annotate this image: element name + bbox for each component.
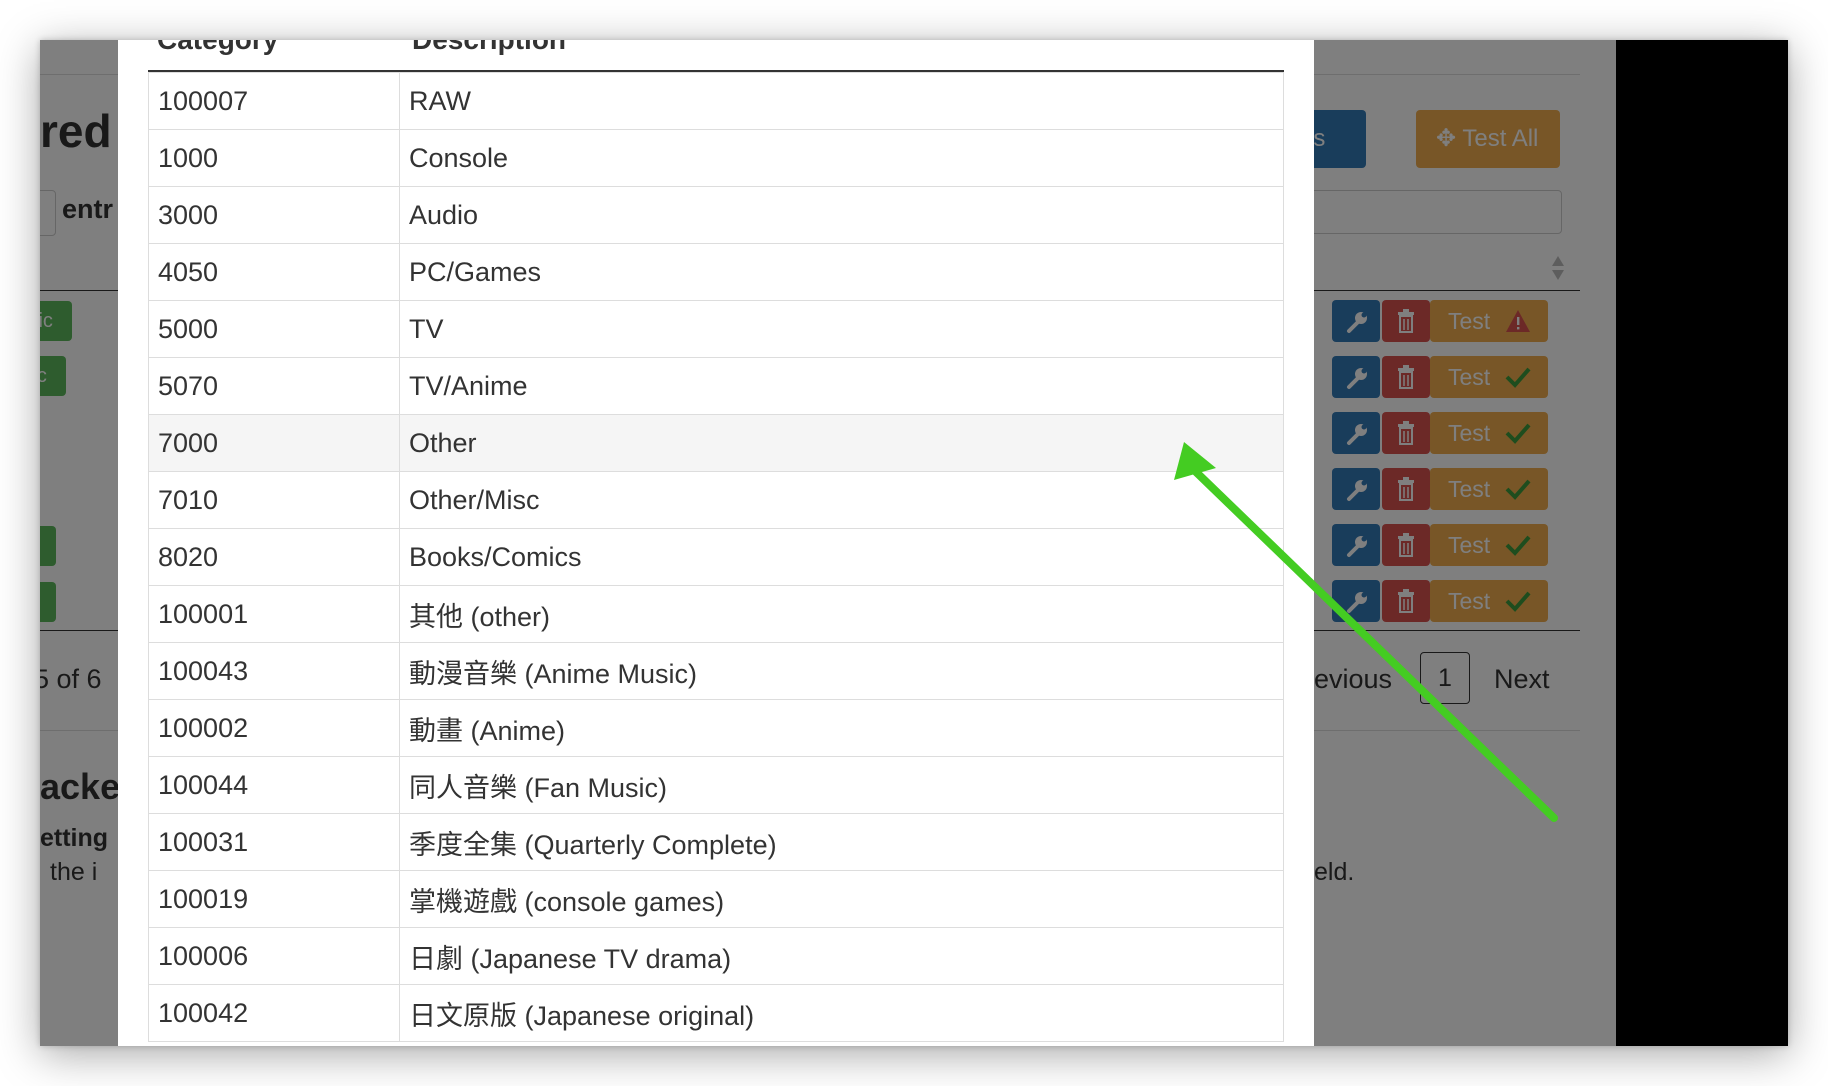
category-cell: 1000 — [148, 129, 400, 187]
category-cell: 8020 — [148, 528, 400, 586]
category-cell: 100002 — [148, 699, 400, 757]
table-row[interactable]: 8020 Books/Comics — [148, 528, 1284, 586]
table-row[interactable]: 100001 其他 (other) — [148, 585, 1284, 643]
category-cell: 4050 — [148, 243, 400, 301]
table-row[interactable]: 7010 Other/Misc — [148, 471, 1284, 529]
category-cell: 3000 — [148, 186, 400, 244]
category-cell: 7010 — [148, 471, 400, 529]
description-cell: Audio — [399, 186, 1284, 244]
table-row[interactable]: 100031 季度全集 (Quarterly Complete) — [148, 813, 1284, 871]
table-row[interactable]: 7000 Other — [148, 414, 1284, 472]
table-row[interactable]: 100006 日劇 (Japanese TV drama) — [148, 927, 1284, 985]
table-row[interactable]: 4050 PC/Games — [148, 243, 1284, 301]
description-cell: 日文原版 (Japanese original) — [399, 984, 1284, 1042]
category-cell: 100043 — [148, 642, 400, 700]
description-column-header: Description — [412, 40, 566, 56]
category-column-header: Category — [157, 40, 278, 56]
screenshot-window: red entr lic lic c c 5 of 6 acke etting … — [40, 40, 1788, 1046]
table-row[interactable]: 100019 掌機遊戲 (console games) — [148, 870, 1284, 928]
category-cell: 100001 — [148, 585, 400, 643]
description-cell: 同人音樂 (Fan Music) — [399, 756, 1284, 814]
table-row[interactable]: 5070 TV/Anime — [148, 357, 1284, 415]
category-cell: 100042 — [148, 984, 400, 1042]
table-row[interactable]: 5000 TV — [148, 300, 1284, 358]
description-cell: Other/Misc — [399, 471, 1284, 529]
table-row[interactable]: 3000 Audio — [148, 186, 1284, 244]
description-cell: TV — [399, 300, 1284, 358]
category-cell: 5000 — [148, 300, 400, 358]
description-cell: 日劇 (Japanese TV drama) — [399, 927, 1284, 985]
description-cell: 其他 (other) — [399, 585, 1284, 643]
dark-side-panel — [1616, 40, 1788, 1046]
table-row[interactable]: 100043 動漫音樂 (Anime Music) — [148, 642, 1284, 700]
categories-modal: Category Description 100007RAW1000Consol… — [118, 40, 1314, 1046]
description-cell: 季度全集 (Quarterly Complete) — [399, 813, 1284, 871]
table-row[interactable]: 100002 動畫 (Anime) — [148, 699, 1284, 757]
category-cell: 100019 — [148, 870, 400, 928]
description-cell: PC/Games — [399, 243, 1284, 301]
description-cell: RAW — [399, 72, 1284, 130]
category-cell: 100006 — [148, 927, 400, 985]
description-cell: Console — [399, 129, 1284, 187]
categories-table: 100007 RAW 1000 Console 3000 Audio 4050 PC/Game… — [148, 72, 1284, 1042]
table-row[interactable]: 100007 RAW — [148, 72, 1284, 130]
category-cell: 5070 — [148, 357, 400, 415]
table-row[interactable]: 100044 同人音樂 (Fan Music) — [148, 756, 1284, 814]
description-cell: 動漫音樂 (Anime Music) — [399, 642, 1284, 700]
description-cell: Books/Comics — [399, 528, 1284, 586]
description-cell: 動畫 (Anime) — [399, 699, 1284, 757]
category-cell: 100044 — [148, 756, 400, 814]
category-cell: 7000 — [148, 414, 400, 472]
table-row[interactable]: 100042 日文原版 (Japanese original) — [148, 984, 1284, 1042]
table-row[interactable]: 1000 Console — [148, 129, 1284, 187]
description-cell: TV/Anime — [399, 357, 1284, 415]
description-cell: 掌機遊戲 (console games) — [399, 870, 1284, 928]
category-cell: 100007 — [148, 72, 400, 130]
category-cell: 100031 — [148, 813, 400, 871]
description-cell: Other — [399, 414, 1284, 472]
